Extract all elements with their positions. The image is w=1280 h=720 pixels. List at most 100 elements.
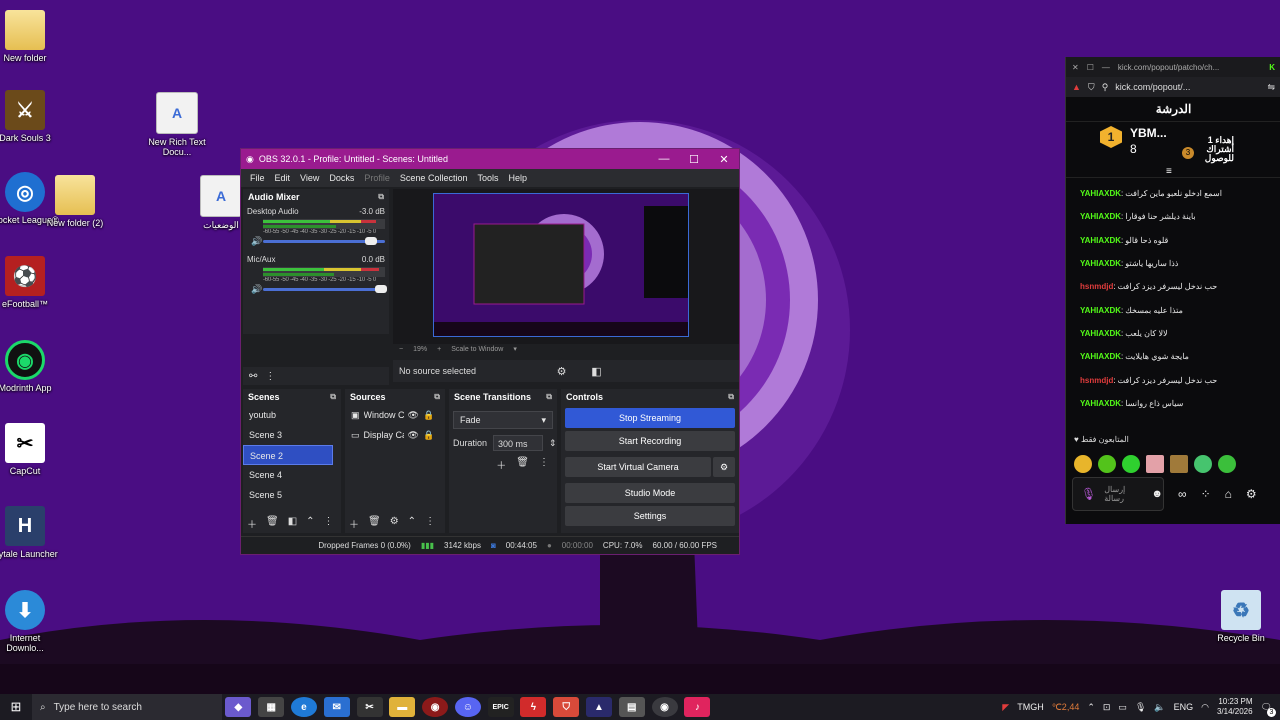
popout-icon[interactable]: ⧉: [378, 192, 384, 202]
zoom-in-button[interactable]: +: [437, 346, 441, 353]
tray-app[interactable]: TMGH: [1017, 702, 1044, 712]
minimize-icon[interactable]: —: [1102, 63, 1110, 72]
chat-user[interactable]: YAHIAXDK: [1080, 212, 1121, 221]
popout-icon[interactable]: ⧉: [546, 392, 552, 402]
add-icon[interactable]: ＋: [247, 516, 257, 531]
trash-icon[interactable]: 🗑: [368, 516, 381, 531]
shield-app-icon[interactable]: ⛉: [553, 697, 580, 717]
notification-icon[interactable]: 🗨 3: [1261, 702, 1276, 717]
chat-user[interactable]: hsnmdjd: [1080, 376, 1113, 385]
flash-icon[interactable]: ϟ: [520, 697, 547, 717]
desktop-icon-new-folder[interactable]: New folder: [0, 10, 60, 63]
scene-item[interactable]: youtub: [243, 405, 341, 425]
desktop-icon-hytale[interactable]: H Hytale Launcher: [0, 506, 60, 559]
chat-user[interactable]: YAHIAXDK: [1080, 306, 1121, 315]
app-icon[interactable]: ◉: [422, 697, 449, 717]
desktop-icon-new-folder-2[interactable]: New folder (2): [40, 175, 110, 228]
clock[interactable]: 10:23 PM 3/14/2026: [1217, 697, 1253, 717]
chat-message[interactable]: YAHIAXDK: لالا كان يلعب: [1066, 322, 1280, 345]
language[interactable]: ENG: [1174, 702, 1194, 712]
capcut-icon[interactable]: ✂: [356, 697, 383, 717]
chat-message[interactable]: hsnmdjd: حب ندخل ليسرفر ديزد كرافت: [1066, 368, 1280, 391]
more-options-icon[interactable]: ⋮: [265, 371, 275, 382]
more-options-icon[interactable]: ⋮: [539, 457, 549, 472]
desktop-icon-capcut[interactable]: ✂ CapCut: [0, 423, 60, 476]
chat-user[interactable]: YAHIAXDK: [1080, 399, 1121, 408]
epic-games-icon[interactable]: EPIC: [487, 697, 514, 717]
chat-message[interactable]: YAHIAXDK: ذذا ساريها ياشتو: [1066, 252, 1280, 275]
emote-icon[interactable]: [1194, 455, 1212, 473]
desktop-icon-dark-souls[interactable]: ⚔ Dark Souls 3: [0, 90, 60, 143]
store-icon[interactable]: ⌂: [1225, 487, 1232, 501]
source-item[interactable]: ▭ Display Ca 👁 🔒: [345, 425, 445, 445]
infinity-icon[interactable]: ∞: [1178, 487, 1187, 501]
desktop-icon-recycle-bin[interactable]: ♻ Recycle Bin: [1206, 590, 1276, 643]
chat-message[interactable]: YAHIAXDK: سياس ذاع روانسا: [1066, 392, 1280, 415]
file-explorer-icon[interactable]: ▬: [389, 697, 416, 717]
lock-icon[interactable]: 🔒: [423, 430, 434, 441]
scale-mode[interactable]: Scale to Window: [451, 346, 503, 353]
chat-user[interactable]: YAHIAXDK: [1080, 236, 1121, 245]
minimize-button[interactable]: —: [649, 153, 679, 165]
studio-mode-button[interactable]: Studio Mode: [565, 483, 735, 503]
more-options-icon[interactable]: ⋮: [425, 516, 435, 531]
chat-user[interactable]: YAHIAXDK: [1080, 259, 1121, 268]
popout-icon[interactable]: ⧉: [434, 392, 440, 402]
start-recording-button[interactable]: Start Recording: [565, 431, 735, 451]
obs-titlebar[interactable]: ◉ OBS 32.0.1 - Profile: Untitled - Scene…: [241, 149, 739, 169]
scene-item[interactable]: Scene 4: [243, 465, 341, 485]
popout-icon[interactable]: ⧉: [728, 392, 734, 402]
mail-icon[interactable]: ✉: [323, 697, 350, 717]
add-icon[interactable]: ＋: [496, 457, 506, 472]
lock-icon[interactable]: 🔒: [423, 410, 434, 421]
volume-icon[interactable]: 🔈: [1154, 702, 1165, 713]
windows-start-icon[interactable]: ⊞: [0, 699, 32, 715]
trash-icon[interactable]: 🗑: [266, 516, 279, 531]
slider-knob[interactable]: [365, 236, 378, 245]
menu-icon[interactable]: ≡: [1166, 166, 1172, 177]
gear-icon[interactable]: ⚙: [713, 457, 735, 477]
menu-edit[interactable]: Edit: [270, 173, 296, 183]
settings-button[interactable]: Settings: [565, 506, 735, 526]
chat-user[interactable]: hsnmdjd: [1080, 282, 1113, 291]
desktop-icon-rich-text[interactable]: A New Rich Text Docu...: [142, 92, 212, 157]
scene-item[interactable]: Scene 5: [243, 485, 341, 505]
more-options-icon[interactable]: ⋮: [324, 516, 334, 531]
emote-icon[interactable]: [1098, 455, 1116, 473]
microphone-icon[interactable]: 🎙: [1081, 487, 1096, 501]
menu-profile[interactable]: Profile: [359, 173, 395, 183]
gear-icon[interactable]: ⚙: [390, 516, 399, 531]
preview-area[interactable]: [393, 189, 739, 344]
chat-message[interactable]: hsnmdjd: حب ندخل ليسرفر ديزد كرافت: [1066, 275, 1280, 298]
copilot-icon[interactable]: ◆: [225, 697, 252, 717]
scene-item-selected[interactable]: Scene 2: [243, 445, 333, 465]
emote-icon[interactable]: [1218, 455, 1236, 473]
pinned-gift-card[interactable]: 1 YBM... 8 إهداء 1 اشتراك للوصول 3 ≡: [1066, 122, 1280, 178]
chat-message[interactable]: YAHIAXDK: باينة ديلشر حنا فوقارا: [1066, 205, 1280, 228]
eye-icon[interactable]: 👁: [408, 410, 419, 421]
transition-select[interactable]: Fade ▾: [453, 411, 553, 429]
speaker-icon[interactable]: 🔊: [251, 236, 263, 247]
stepper-icon[interactable]: ⇕: [549, 438, 557, 449]
emoji-icon[interactable]: ☻: [1151, 488, 1163, 500]
taskbar-search[interactable]: ⌕ Type here to search: [32, 694, 222, 720]
obs-icon[interactable]: ◉: [651, 697, 678, 717]
chat-user[interactable]: YAHIAXDK: [1080, 352, 1121, 361]
chat-message[interactable]: YAHIAXDK: قلوه ذحا قالو: [1066, 229, 1280, 252]
desktop-icon-efootball[interactable]: ⚽ eFootball™: [0, 256, 60, 309]
chevron-up-icon[interactable]: ⌃: [1087, 702, 1095, 713]
volume-slider[interactable]: [263, 236, 385, 245]
start-virtual-camera-button[interactable]: Start Virtual Camera: [565, 457, 711, 477]
chevron-up-icon[interactable]: ⌃: [306, 516, 314, 531]
chat-user[interactable]: YAHIAXDK: [1080, 189, 1121, 198]
desktop-icon-modrinth[interactable]: ◉ Modrinth App: [0, 340, 60, 393]
menu-docks[interactable]: Docks: [324, 173, 359, 183]
weather-text[interactable]: ℃2,44: [1052, 702, 1080, 713]
kick-chat-window[interactable]: ✕ ☐ — kick.com/popout/patcho/ch... K ▲ ⛉…: [1065, 57, 1280, 524]
tiktok-icon[interactable]: ♪: [684, 697, 711, 717]
display-icon[interactable]: ▭: [1118, 702, 1127, 713]
tune-icon[interactable]: ⚲: [1102, 82, 1109, 93]
duration-input[interactable]: 300 ms: [493, 435, 544, 451]
chat-input[interactable]: 🎙 إرسال رسالة ☻: [1072, 477, 1164, 511]
emote-icon[interactable]: [1146, 455, 1164, 473]
